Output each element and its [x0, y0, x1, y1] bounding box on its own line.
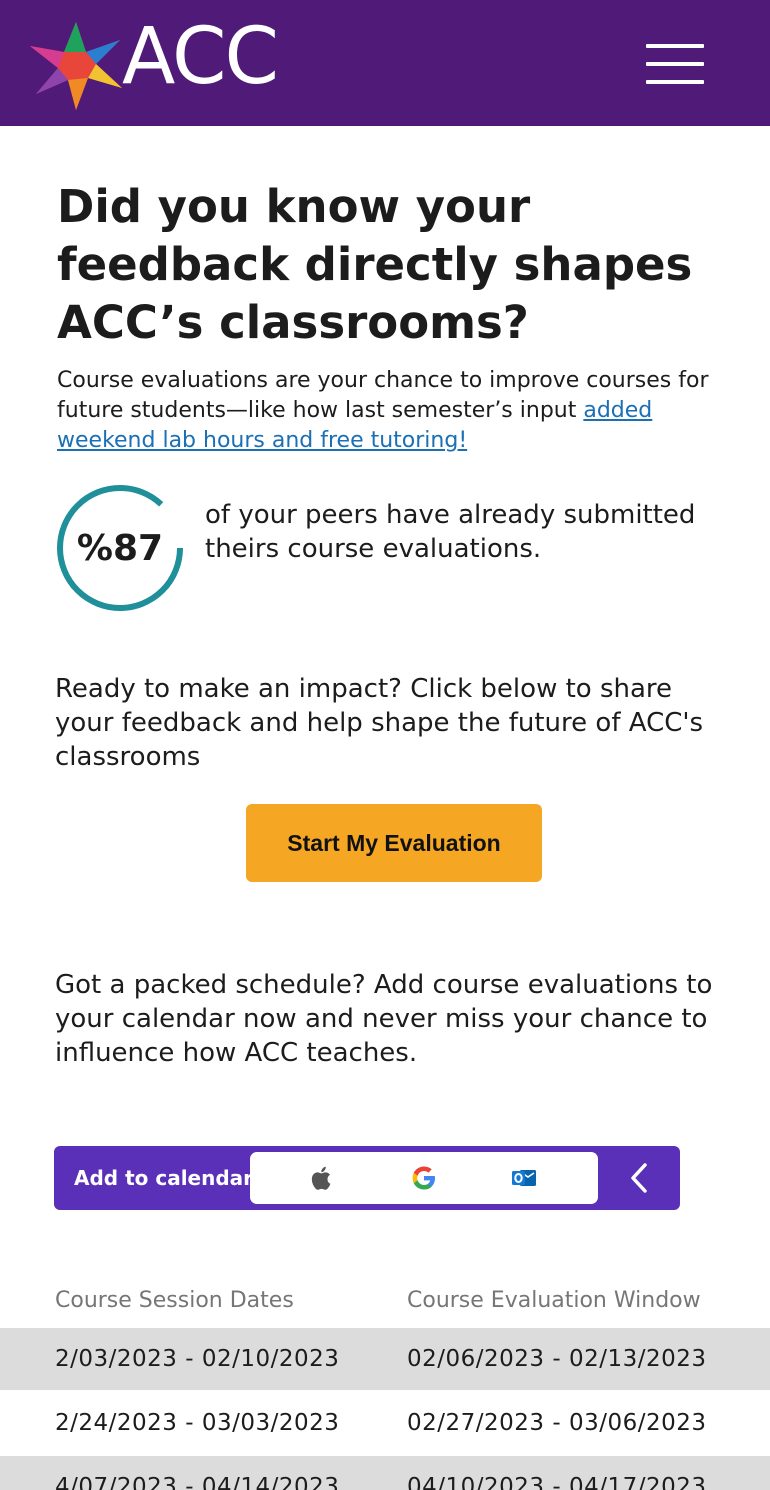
- schedule-text: Got a packed schedule? Add course evalua…: [55, 970, 713, 1068]
- session-dates-cell: 4/07/2023 - 04/14/2023: [55, 1474, 340, 1490]
- acc-logo-text[interactable]: ACC: [122, 18, 279, 96]
- add-to-calendar-bar: Add to calendar: [54, 1146, 680, 1210]
- table-row: 2/24/2023 - 03/03/2023 02/27/2023 - 03/0…: [0, 1392, 770, 1454]
- session-dates-cell: 2/03/2023 - 02/10/2023: [55, 1346, 340, 1372]
- cta-text: Ready to make an impact? Click below to …: [55, 674, 704, 772]
- add-to-calendar-label: Add to calendar: [74, 1166, 254, 1190]
- apple-icon[interactable]: [306, 1162, 338, 1194]
- evaluation-window-cell: 02/27/2023 - 03/06/2023: [407, 1410, 707, 1436]
- intro-paragraph: Course evaluations are your chance to im…: [57, 366, 737, 456]
- session-dates-cell: 2/24/2023 - 03/03/2023: [55, 1410, 340, 1436]
- table-row: 4/07/2023 - 04/14/2023 04/10/2023 - 04/1…: [0, 1456, 770, 1490]
- site-header: ACC: [0, 0, 770, 126]
- column-header-session-dates: Course Session Dates: [55, 1288, 294, 1313]
- table-row: 2/03/2023 - 02/10/2023 02/06/2023 - 02/1…: [0, 1328, 770, 1390]
- outlook-icon[interactable]: [508, 1162, 540, 1194]
- page-title: Did you know your feedback directly shap…: [57, 180, 693, 349]
- evaluation-window-cell: 04/10/2023 - 04/17/2023: [407, 1474, 707, 1490]
- evaluation-window-cell: 02/06/2023 - 02/13/2023: [407, 1346, 707, 1372]
- stat-description: of your peers have already submitted the…: [205, 500, 696, 564]
- google-icon[interactable]: [408, 1162, 440, 1194]
- start-evaluation-button[interactable]: Start My Evaluation: [246, 804, 542, 882]
- hamburger-menu-icon[interactable]: [646, 44, 704, 84]
- calendar-options: [250, 1152, 598, 1204]
- column-header-evaluation-window: Course Evaluation Window: [407, 1288, 701, 1313]
- percent-label: %87: [76, 527, 164, 569]
- chevron-left-icon[interactable]: [622, 1160, 658, 1196]
